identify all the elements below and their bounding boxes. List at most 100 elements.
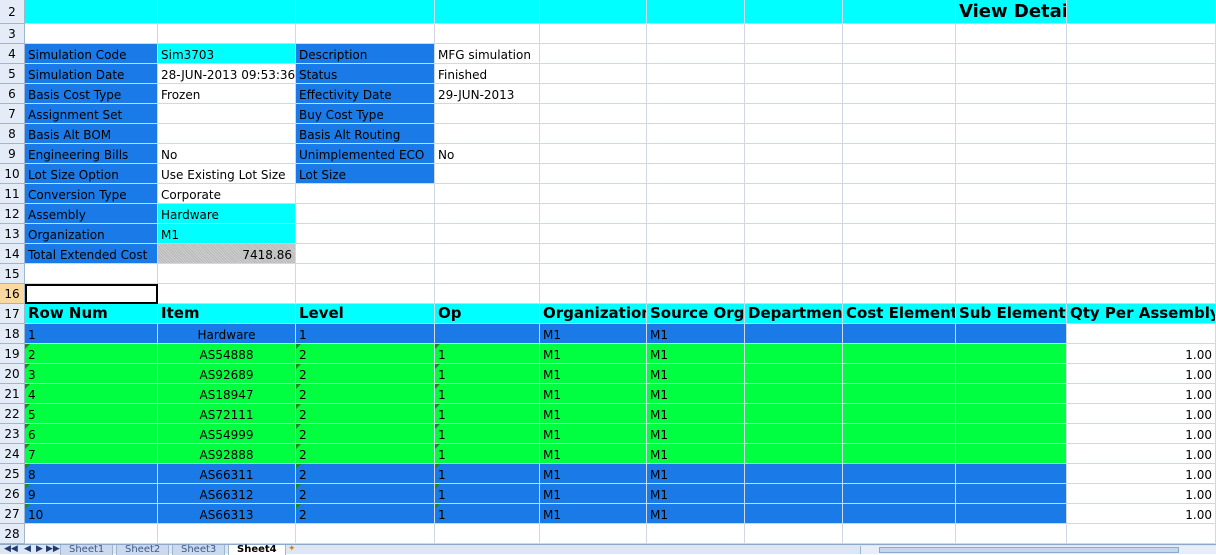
cell[interactable]: Assembly xyxy=(25,204,158,224)
cell[interactable]: 1.00 xyxy=(1067,484,1216,504)
cell[interactable] xyxy=(647,44,745,64)
row-header[interactable]: 26 xyxy=(0,484,25,504)
cell[interactable] xyxy=(745,164,843,184)
row-header[interactable]: 16 xyxy=(0,284,25,304)
cell[interactable] xyxy=(745,504,843,524)
cell[interactable]: AS66312 xyxy=(158,484,296,504)
cell[interactable] xyxy=(1067,224,1216,244)
cell[interactable]: AS92689 xyxy=(158,364,296,384)
cell[interactable] xyxy=(745,0,843,24)
cell[interactable] xyxy=(1067,44,1216,64)
cell[interactable]: M1 xyxy=(647,404,745,424)
cell[interactable] xyxy=(435,224,540,244)
cell[interactable] xyxy=(540,224,647,244)
cell[interactable] xyxy=(540,44,647,64)
cell[interactable]: Cost Element xyxy=(843,304,956,324)
cell[interactable]: 1.00 xyxy=(1067,444,1216,464)
active-cell[interactable] xyxy=(25,284,158,304)
cell[interactable]: 1 xyxy=(435,504,540,524)
cell[interactable]: Item xyxy=(158,304,296,324)
spreadsheet-grid[interactable]: 2 View Detail 3 4 Simulation Code Sim3703 Desc… xyxy=(0,0,1216,544)
insert-sheet-icon[interactable]: ✦ xyxy=(288,544,296,554)
cell[interactable]: M1 xyxy=(158,224,296,244)
cell[interactable] xyxy=(956,104,1067,124)
cell[interactable]: Total Extended Cost xyxy=(25,244,158,264)
cell[interactable] xyxy=(843,284,956,304)
cell[interactable]: M1 xyxy=(540,504,647,524)
cell[interactable]: Level xyxy=(296,304,435,324)
cell[interactable] xyxy=(158,0,296,24)
cell[interactable] xyxy=(540,0,647,24)
row-header[interactable]: 19 xyxy=(0,344,25,364)
cell[interactable] xyxy=(435,264,540,284)
cell[interactable] xyxy=(158,104,296,124)
cell[interactable] xyxy=(647,164,745,184)
cell[interactable]: Basis Cost Type xyxy=(25,84,158,104)
cell[interactable]: M1 xyxy=(540,344,647,364)
cell[interactable]: M1 xyxy=(647,344,745,364)
cell[interactable] xyxy=(956,244,1067,264)
cell[interactable] xyxy=(843,524,956,544)
cell[interactable]: Sub Element xyxy=(956,304,1067,324)
cell[interactable]: Department xyxy=(745,304,843,324)
cell[interactable] xyxy=(745,84,843,104)
cell[interactable]: AS66311 xyxy=(158,464,296,484)
cell[interactable] xyxy=(296,224,435,244)
cell[interactable]: 6 xyxy=(25,424,158,444)
cell[interactable]: M1 xyxy=(540,484,647,504)
cell[interactable] xyxy=(745,104,843,124)
row-header[interactable]: 14 xyxy=(0,244,25,264)
row-header[interactable]: 7 xyxy=(0,104,25,124)
cell[interactable]: M1 xyxy=(647,444,745,464)
cell[interactable]: 4 xyxy=(25,384,158,404)
cell[interactable]: Conversion Type xyxy=(25,184,158,204)
cell[interactable]: No xyxy=(435,144,540,164)
cell[interactable]: M1 xyxy=(540,384,647,404)
cell[interactable]: AS18947 xyxy=(158,384,296,404)
cell[interactable] xyxy=(745,384,843,404)
row-header[interactable]: 10 xyxy=(0,164,25,184)
cell[interactable] xyxy=(843,124,956,144)
cell[interactable] xyxy=(843,204,956,224)
cell[interactable]: View Detail xyxy=(956,0,1067,24)
cell[interactable] xyxy=(956,404,1067,424)
cell[interactable] xyxy=(647,284,745,304)
cell[interactable] xyxy=(956,484,1067,504)
cell[interactable] xyxy=(956,44,1067,64)
cell[interactable] xyxy=(843,244,956,264)
cell[interactable] xyxy=(745,404,843,424)
cell[interactable]: 2 xyxy=(296,504,435,524)
cell[interactable] xyxy=(647,64,745,84)
cell[interactable]: 1 xyxy=(435,344,540,364)
cell[interactable] xyxy=(647,244,745,264)
cell[interactable] xyxy=(745,444,843,464)
cell[interactable] xyxy=(956,444,1067,464)
cell[interactable] xyxy=(956,64,1067,84)
cell[interactable] xyxy=(540,204,647,224)
cell[interactable] xyxy=(843,484,956,504)
cell[interactable]: Buy Cost Type xyxy=(296,104,435,124)
cell[interactable]: 28-JUN-2013 09:53:36 xyxy=(158,64,296,84)
cell[interactable] xyxy=(1067,0,1216,24)
cell[interactable] xyxy=(296,204,435,224)
cell[interactable]: Basis Alt BOM xyxy=(25,124,158,144)
cell[interactable]: M1 xyxy=(647,424,745,444)
cell[interactable]: Assignment Set xyxy=(25,104,158,124)
row-header[interactable]: 5 xyxy=(0,64,25,84)
cell[interactable] xyxy=(540,244,647,264)
cell[interactable] xyxy=(647,144,745,164)
cell[interactable] xyxy=(745,264,843,284)
cell[interactable] xyxy=(158,284,296,304)
cell[interactable]: Description xyxy=(296,44,435,64)
cell[interactable] xyxy=(1067,204,1216,224)
cell[interactable] xyxy=(745,284,843,304)
cell[interactable] xyxy=(25,24,158,44)
cell[interactable] xyxy=(843,184,956,204)
cell[interactable] xyxy=(745,144,843,164)
row-header[interactable]: 25 xyxy=(0,464,25,484)
cell[interactable] xyxy=(647,104,745,124)
cell[interactable] xyxy=(956,264,1067,284)
cell[interactable] xyxy=(647,84,745,104)
cell[interactable] xyxy=(745,324,843,344)
cell[interactable]: M1 xyxy=(540,444,647,464)
